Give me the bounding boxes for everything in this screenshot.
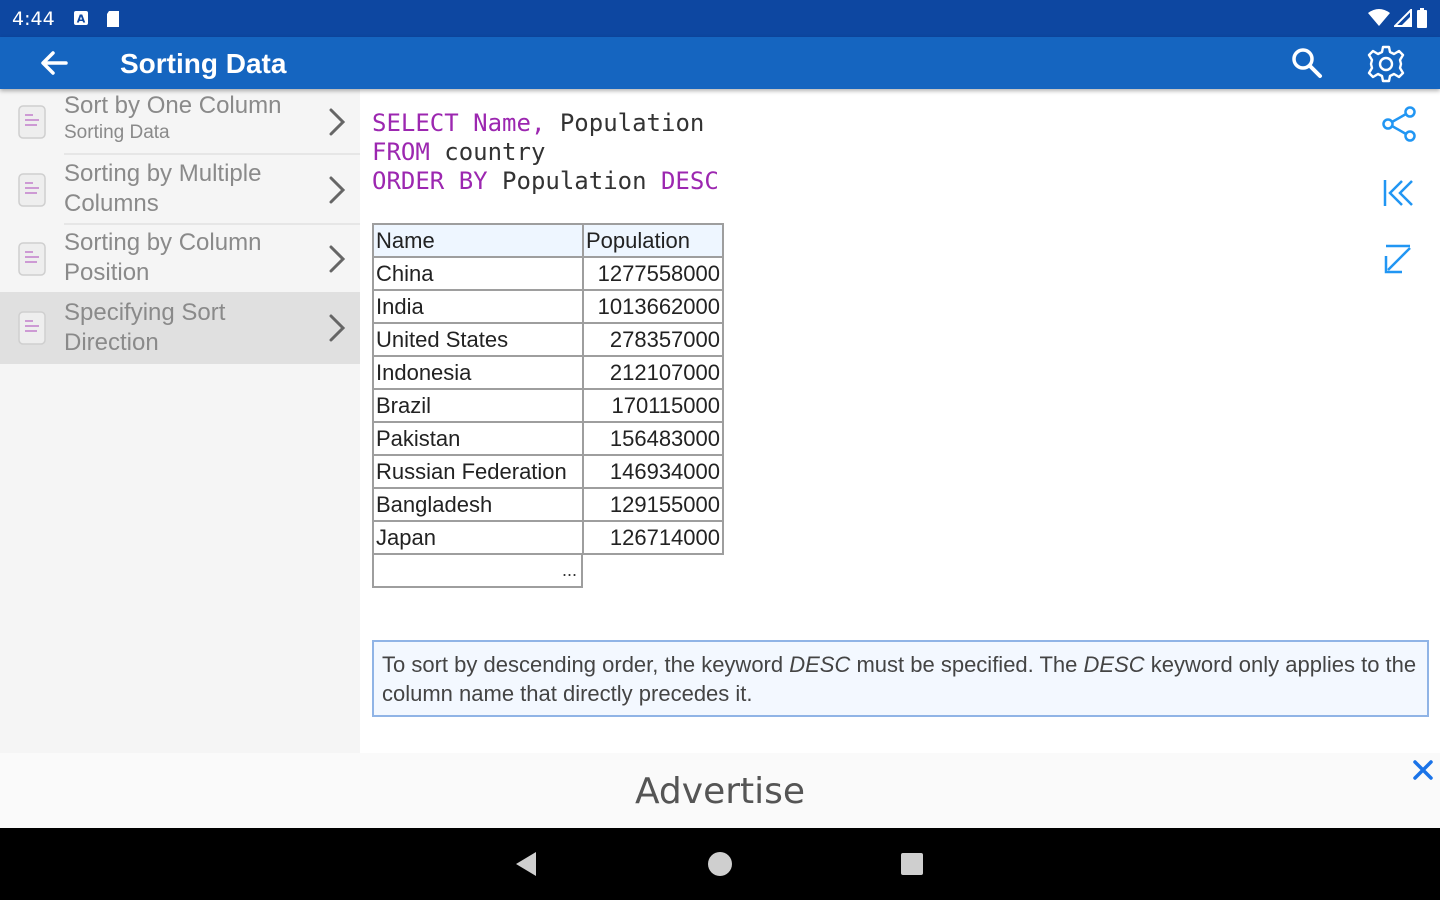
column-header: Name (372, 223, 584, 258)
table-cell: 126714000 (582, 520, 724, 555)
ad-banner[interactable]: Advertise (0, 753, 1440, 828)
status-bar: 4:44 A (0, 0, 1440, 37)
page-title: Sorting Data (120, 48, 287, 79)
info-note: To sort by descending order, the keyword… (372, 640, 1429, 717)
sd-card-icon (107, 11, 119, 27)
table-cell: 170115000 (582, 388, 724, 423)
document-icon (18, 242, 46, 276)
sidebar-item-label-line1: Specifying Sort (64, 299, 226, 326)
table-header-row: Name Population (372, 223, 724, 258)
first-page-icon[interactable] (1380, 175, 1416, 211)
ad-label: Advertise (634, 771, 806, 812)
chevron-right-icon (329, 245, 346, 273)
table-cell: 129155000 (582, 487, 724, 522)
info-text: must be specified. The (850, 652, 1084, 677)
table-cell: Japan (372, 520, 584, 555)
table-cell: India (372, 289, 584, 324)
table-cell: Indonesia (372, 355, 584, 390)
sidebar-item-sorting-by-column-position[interactable]: Sorting by Column Position (0, 225, 360, 292)
notification-a-icon: A (74, 11, 88, 26)
table-cell: United States (372, 322, 584, 357)
chevron-right-icon (329, 176, 346, 204)
table-row: United States 278357000 (372, 322, 724, 357)
table-row: Japan 126714000 (372, 520, 724, 555)
sidebar: Sort by One Column Sorting Data Sorting … (0, 89, 360, 753)
table-row: India 1013662000 (372, 289, 724, 324)
sidebar-item-sort-by-one-column[interactable]: Sort by One Column Sorting Data (0, 89, 360, 155)
info-text: To sort by descending order, the keyword (382, 652, 790, 677)
table-cell: 1277558000 (582, 256, 724, 291)
sidebar-item-sublabel: Sorting Data (64, 122, 170, 143)
nav-back-icon[interactable] (512, 850, 540, 878)
sql-text: Population (487, 167, 661, 195)
document-icon (18, 311, 46, 345)
table-cell: 156483000 (582, 421, 724, 456)
more-rows-indicator[interactable]: ... (372, 554, 583, 588)
table-cell: China (372, 256, 584, 291)
system-nav-bar (0, 828, 1440, 900)
share-icon[interactable] (1380, 105, 1418, 143)
sidebar-item-specifying-sort-direction[interactable]: Specifying Sort Direction (0, 292, 360, 364)
table-cell: Pakistan (372, 421, 584, 456)
table-row: Brazil 170115000 (372, 388, 724, 423)
sql-keyword: SELECT (372, 109, 459, 137)
table-cell: 212107000 (582, 355, 724, 390)
table-row: Russian Federation 146934000 (372, 454, 724, 489)
sql-keyword: FROM (372, 138, 430, 166)
sql-text: country (429, 138, 546, 166)
table-cell: 146934000 (582, 454, 724, 489)
table-cell: Brazil (372, 388, 584, 423)
cell-signal-icon (1394, 9, 1412, 27)
main-content: SELECT Name, Population FROM country ORD… (360, 89, 1440, 753)
sql-query: SELECT Name, Population FROM country ORD… (372, 109, 719, 196)
sidebar-item-label-line1: Sorting by Multiple (64, 160, 262, 187)
sql-text: Population (545, 109, 705, 137)
table-cell: 278357000 (582, 322, 724, 357)
table-cell: Bangladesh (372, 487, 584, 522)
column-header: Population (582, 223, 724, 258)
svg-text:A: A (77, 13, 86, 26)
table-cell: Russian Federation (372, 454, 584, 489)
sidebar-item-sorting-by-multiple-columns[interactable]: Sorting by Multiple Columns (0, 155, 360, 225)
nav-home-icon[interactable] (707, 851, 733, 877)
sql-keyword: Name, (473, 109, 546, 137)
battery-icon (1417, 8, 1427, 28)
sidebar-item-label-line2: Columns (64, 190, 159, 217)
scroll-to-end-icon[interactable] (1380, 242, 1416, 278)
search-icon[interactable] (1290, 46, 1324, 80)
gear-icon[interactable] (1364, 44, 1408, 84)
info-keyword: DESC (789, 652, 851, 677)
info-keyword: DESC (1083, 652, 1145, 677)
table-row: Bangladesh 129155000 (372, 487, 724, 522)
sidebar-item-label: Sort by One Column (64, 92, 282, 119)
table-row: China 1277558000 (372, 256, 724, 291)
document-icon (18, 173, 46, 207)
table-row: Pakistan 156483000 (372, 421, 724, 456)
table-row: Indonesia 212107000 (372, 355, 724, 390)
close-icon[interactable] (1411, 758, 1435, 782)
sidebar-item-label-line2: Direction (64, 329, 159, 356)
result-table: Name Population China 1277558000 India 101… (372, 223, 724, 555)
table-cell: 1013662000 (582, 289, 724, 324)
back-arrow-icon[interactable] (36, 47, 72, 79)
chevron-right-icon (329, 314, 346, 342)
status-icons (1368, 8, 1428, 28)
app-bar: Sorting Data (0, 37, 1440, 89)
chevron-right-icon (329, 108, 346, 136)
sql-keyword: ORDER BY (372, 167, 488, 195)
sidebar-item-label-line1: Sorting by Column (64, 229, 262, 256)
nav-recents-icon[interactable] (900, 852, 924, 876)
status-time: 4:44 (12, 8, 55, 30)
wifi-icon (1368, 9, 1390, 26)
document-icon (18, 105, 46, 139)
sql-keyword: DESC (660, 167, 719, 195)
sidebar-item-label-line2: Position (64, 259, 150, 286)
